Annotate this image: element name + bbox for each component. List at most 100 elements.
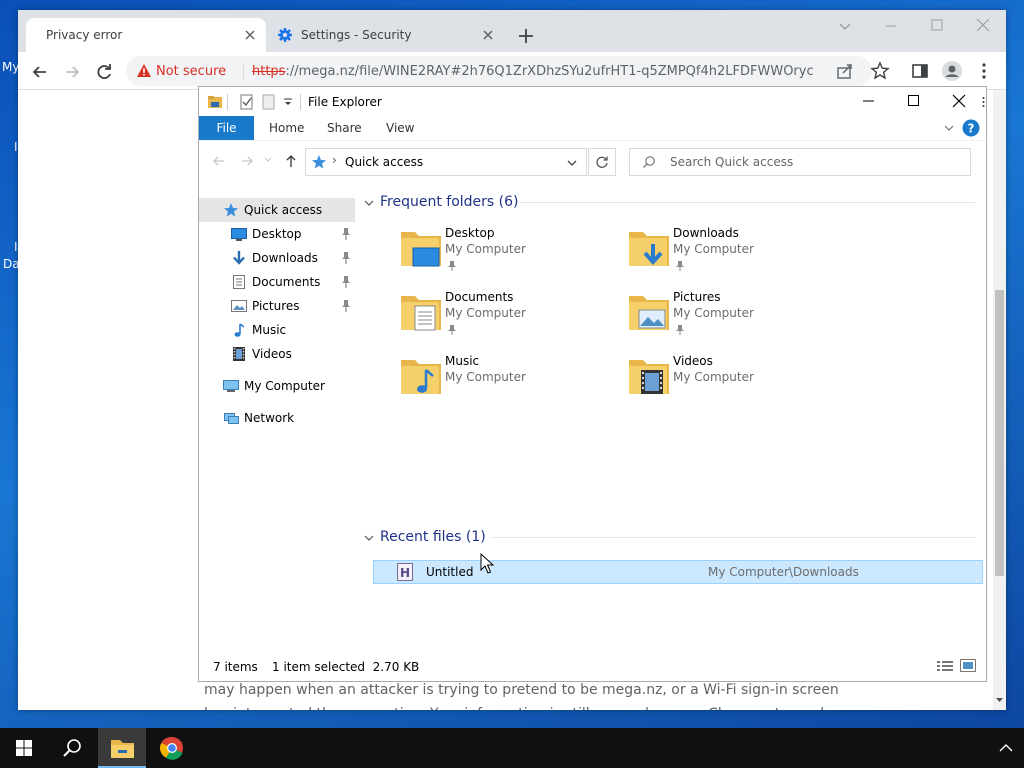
url-text[interactable]: https://mega.nz/file/WINE2RAY#2h76Q1ZrXD…	[252, 64, 814, 79]
desktop-icon-label[interactable]: My	[2, 60, 19, 74]
kebab-menu-icon[interactable]	[972, 59, 996, 83]
folder-tile-documents[interactable]: Documents My Computer	[399, 290, 619, 350]
taskbar-file-explorer[interactable]	[98, 728, 146, 768]
pin-icon[interactable]	[340, 227, 352, 241]
tab-privacy-error[interactable]: Privacy error	[26, 18, 266, 52]
not-secure-label[interactable]: Not secure	[156, 64, 226, 79]
show-hidden-icons-chevron-icon[interactable]	[998, 741, 1014, 755]
nav-label: Network	[244, 411, 295, 425]
pin-icon[interactable]	[340, 299, 352, 313]
tab-settings-security[interactable]: Settings - Security	[268, 18, 504, 52]
qat-dropdown-icon[interactable]	[283, 94, 293, 110]
folder-location: My Computer	[445, 306, 526, 320]
ribbon-tab-file[interactable]: File	[199, 116, 254, 140]
videos-folder-icon	[627, 354, 671, 398]
frequent-folders-header[interactable]: Frequent folders (6)	[380, 194, 519, 210]
browser-toolbar: Not secure https://mega.nz/file/WINE2RAY…	[18, 52, 1006, 90]
profile-avatar-icon[interactable]	[940, 59, 964, 83]
address-bar[interactable]: › Quick access	[305, 148, 587, 176]
documents-icon	[231, 274, 247, 290]
folder-tile-desktop[interactable]: Desktop My Computer	[399, 226, 619, 286]
collapse-chevron-icon[interactable]	[363, 532, 375, 544]
address-dropdown-icon[interactable]	[566, 157, 578, 169]
folder-tile-videos[interactable]: Videos My Computer	[627, 354, 847, 414]
pin-icon[interactable]	[340, 275, 352, 289]
nav-label: Music	[252, 323, 287, 337]
close-icon[interactable]	[242, 27, 258, 43]
group-divider	[491, 537, 975, 538]
titlebar-overflow-icon	[981, 95, 986, 109]
start-button[interactable]	[0, 728, 48, 768]
forward-arrow-icon[interactable]	[239, 153, 255, 169]
nav-item-desktop[interactable]: Desktop	[199, 222, 355, 246]
large-icons-view-icon[interactable]	[960, 659, 976, 672]
warning-icon[interactable]	[136, 63, 152, 79]
recent-file-row[interactable]: H Untitled My Computer\Downloads	[373, 560, 983, 584]
share-icon[interactable]	[836, 62, 854, 80]
new-folder-icon[interactable]	[262, 94, 276, 110]
computer-icon	[223, 378, 239, 394]
taskbar-chrome[interactable]	[148, 728, 196, 768]
explorer-minimize-button[interactable]	[846, 88, 891, 116]
folder-location: My Computer	[445, 242, 526, 256]
nav-item-network[interactable]: Network	[199, 406, 355, 430]
desktop-icon-fragment[interactable]: I	[14, 140, 18, 154]
tab-search-chevron-icon[interactable]	[822, 14, 868, 38]
svg-text:?: ?	[968, 122, 975, 136]
properties-check-icon[interactable]	[240, 94, 254, 110]
ribbon-tab-view[interactable]: View	[386, 121, 414, 135]
nav-item-pictures[interactable]: Pictures	[199, 294, 355, 318]
refresh-button[interactable]	[588, 148, 616, 176]
folder-tile-downloads[interactable]: Downloads My Computer	[627, 226, 847, 286]
details-view-icon[interactable]	[937, 660, 953, 672]
nav-item-downloads[interactable]: Downloads	[199, 246, 355, 270]
bookmark-star-icon[interactable]	[868, 59, 892, 83]
nav-item-quick-access[interactable]: Quick access	[199, 198, 355, 222]
explorer-titlebar[interactable]: File Explorer	[199, 88, 986, 116]
maximize-button[interactable]	[914, 14, 960, 38]
back-arrow-icon[interactable]	[28, 60, 52, 84]
nav-item-music[interactable]: Music	[199, 318, 355, 342]
downloads-arrow-icon	[231, 250, 247, 266]
desktop-icon-fragment-2[interactable]: I	[14, 240, 18, 254]
collapse-chevron-icon[interactable]	[363, 197, 375, 209]
side-panel-icon[interactable]	[908, 59, 932, 83]
page-scrollbar[interactable]	[993, 90, 1006, 710]
up-arrow-icon[interactable]	[283, 153, 299, 169]
folder-tile-music[interactable]: Music My Computer	[399, 354, 619, 414]
nav-item-videos[interactable]: Videos	[199, 342, 355, 366]
pictures-icon	[231, 298, 247, 314]
folder-name: Pictures	[673, 290, 721, 304]
nav-label: Quick access	[244, 203, 323, 217]
explorer-close-button[interactable]	[936, 88, 981, 116]
nav-item-documents[interactable]: Documents	[199, 270, 355, 294]
reload-icon[interactable]	[92, 60, 116, 84]
scroll-down-icon[interactable]	[995, 696, 1004, 704]
mouse-cursor-icon	[480, 553, 494, 575]
nav-item-my-computer[interactable]: My Computer	[199, 374, 355, 398]
ribbon-tab-home[interactable]: Home	[269, 121, 304, 135]
explorer-maximize-button[interactable]	[891, 88, 936, 116]
recent-file-path: My Computer\Downloads	[708, 565, 859, 579]
pin-icon	[447, 260, 457, 272]
scrollbar-thumb[interactable]	[995, 290, 1004, 576]
search-input[interactable]: Search Quick access	[629, 148, 971, 176]
svg-text:H: H	[400, 566, 410, 580]
ribbon-tab-share[interactable]: Share	[327, 121, 362, 135]
close-window-button[interactable]	[960, 14, 1006, 38]
close-icon[interactable]	[480, 27, 496, 43]
help-icon[interactable]: ?	[962, 119, 980, 137]
forward-arrow-icon[interactable]	[60, 60, 84, 84]
recent-files-header[interactable]: Recent files (1)	[380, 529, 486, 545]
minimize-button[interactable]	[868, 14, 914, 38]
pin-icon[interactable]	[340, 251, 352, 265]
new-tab-icon[interactable]	[516, 26, 536, 46]
search-icon[interactable]	[48, 728, 96, 768]
omnibox[interactable]: Not secure https://mega.nz/file/WINE2RAY…	[126, 56, 872, 86]
back-arrow-icon[interactable]	[211, 153, 227, 169]
ribbon-expand-chevron-icon[interactable]	[943, 122, 955, 134]
breadcrumb-separator-icon[interactable]: ›	[332, 153, 337, 167]
folder-name: Music	[445, 354, 480, 368]
folder-tile-pictures[interactable]: Pictures My Computer	[627, 290, 847, 350]
recent-locations-chevron-icon[interactable]	[263, 155, 273, 165]
